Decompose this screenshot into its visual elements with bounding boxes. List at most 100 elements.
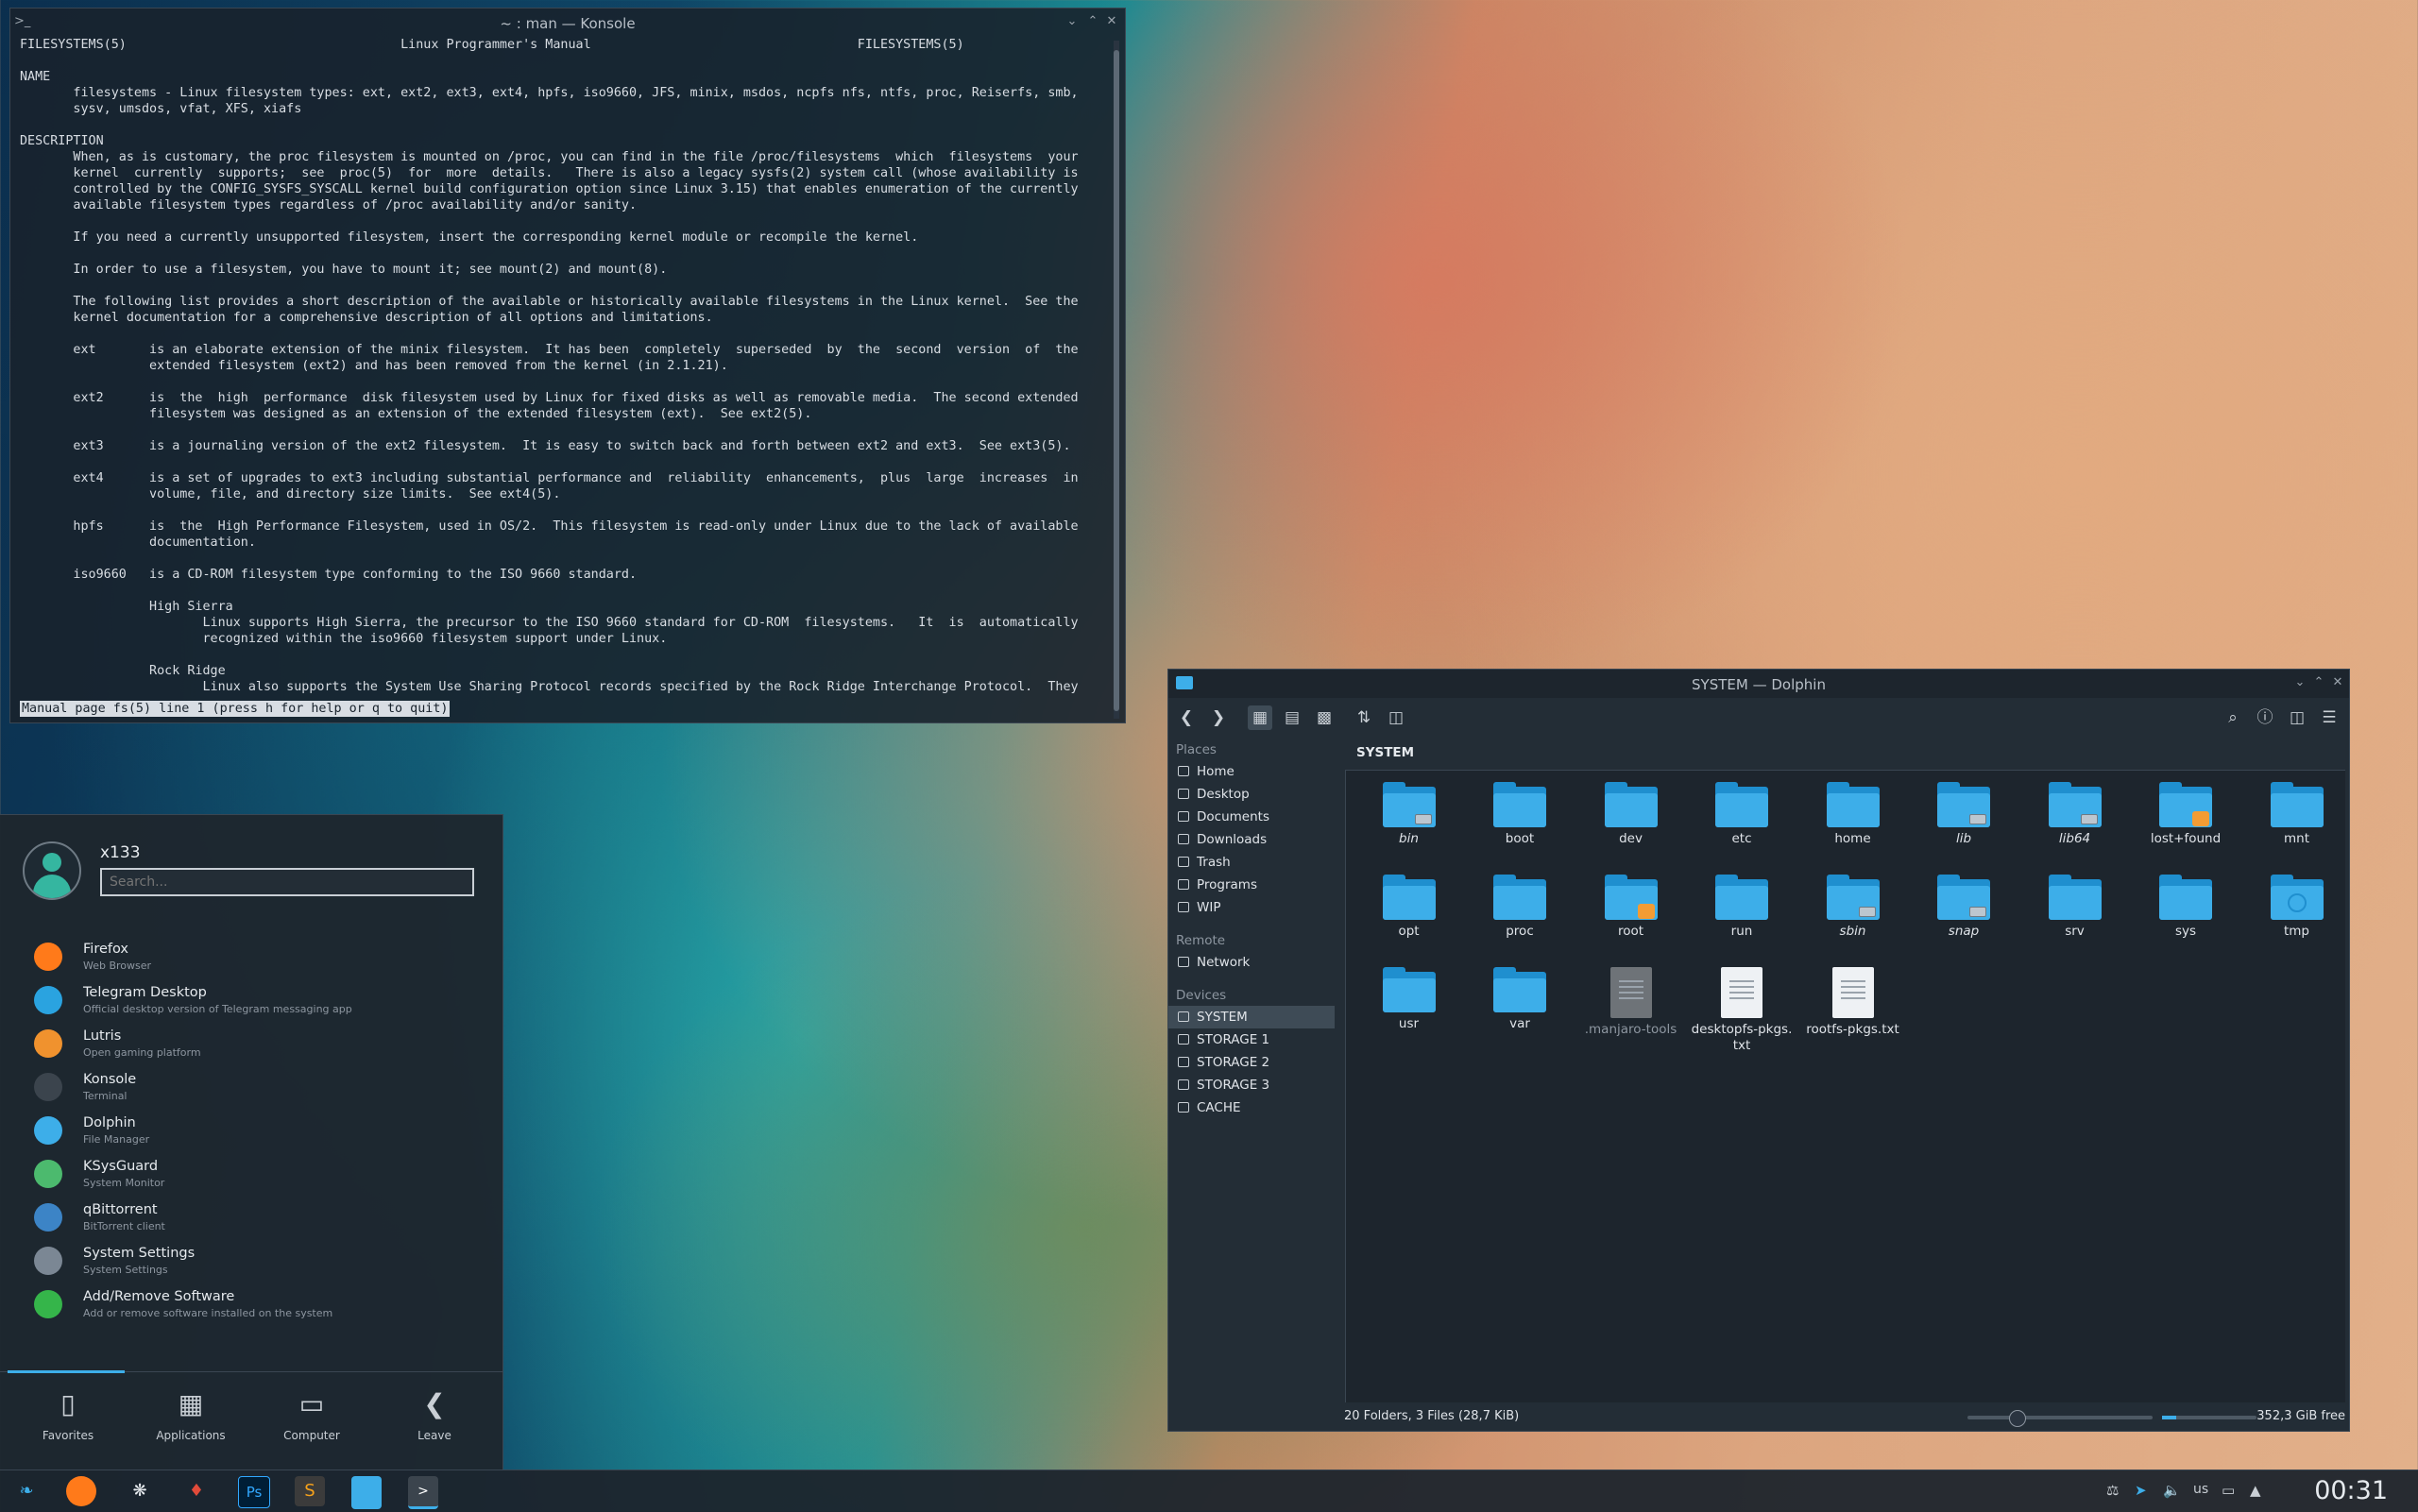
places-item[interactable]: CACHE [1168,1096,1335,1119]
places-item[interactable]: Programs [1168,874,1335,896]
places-item[interactable]: Trash [1168,851,1335,874]
file-item[interactable]: run [1687,875,1797,965]
hamburger-menu-icon[interactable]: ☰ [2317,705,2341,730]
terminal-output[interactable]: FILESYSTEMS(5) Linux Programmer's Manual… [20,37,1102,709]
places-item[interactable]: STORAGE 3 [1168,1074,1335,1096]
user-avatar[interactable] [23,841,81,900]
file-item[interactable]: var [1465,967,1575,1058]
konsole-titlebar[interactable]: >_ ~ : man — Konsole ⌄ ⌃ ✕ [10,8,1125,37]
file-item[interactable]: snap [1909,875,2019,965]
folder-summary: 20 Folders, 3 Files (28,7 KiB) [1344,1409,1520,1423]
display-icon[interactable]: ▭ [2222,1482,2235,1499]
info-icon[interactable]: ⓘ [2253,705,2277,730]
breadcrumb[interactable]: SYSTEM [1356,745,1414,760]
tray-expand-icon[interactable]: ▲ [2250,1482,2261,1499]
minimize-icon[interactable]: ⌄ [1064,14,1080,29]
file-item[interactable]: home [1797,782,1908,873]
file-item[interactable]: opt [1354,875,1464,965]
file-item[interactable]: dev [1575,782,1686,873]
notifications-icon[interactable]: ⚖ [2106,1482,2119,1499]
file-item[interactable]: lib [1909,782,2019,873]
launcher-icon[interactable]: ❧ [11,1476,42,1506]
file-item[interactable]: usr [1354,967,1464,1058]
app-item[interactable]: Add/Remove Software Add or remove softwar… [0,1283,502,1327]
file-item[interactable]: boot [1465,782,1575,873]
places-item[interactable]: STORAGE 1 [1168,1028,1335,1051]
app-item[interactable]: Lutris Open gaming platform [0,1023,502,1066]
minimize-icon[interactable]: ⌄ [2292,675,2307,690]
places-item[interactable]: Downloads [1168,828,1335,851]
keyboard-layout[interactable]: us [2193,1482,2208,1497]
file-item[interactable]: tmp [2241,875,2352,965]
back-icon[interactable]: ❮ [1174,705,1199,730]
file-item[interactable]: desktopfs-pkgs. txt [1687,967,1797,1058]
place-icon [1178,1102,1189,1113]
maximize-icon[interactable]: ⌃ [1085,14,1100,29]
file-item[interactable]: root [1575,875,1686,965]
places-item[interactable]: STORAGE 2 [1168,1051,1335,1074]
dolphin-task-icon[interactable] [351,1476,382,1509]
app-item[interactable]: Dolphin File Manager [0,1110,502,1153]
tab-applications[interactable]: ▦ Applications [130,1385,251,1461]
app-item[interactable]: KSysGuard System Monitor [0,1153,502,1197]
konsole-window[interactable]: >_ ~ : man — Konsole ⌄ ⌃ ✕ FILESYSTEMS(5… [9,8,1126,723]
file-item[interactable]: .manjaro-tools [1575,967,1686,1058]
close-icon[interactable]: ✕ [2330,675,2345,690]
places-item[interactable]: WIP [1168,896,1335,919]
dolphin-titlebar[interactable]: SYSTEM — Dolphin ⌄ ⌃ ✕ [1168,670,2349,698]
places-item[interactable]: SYSTEM [1168,1006,1335,1028]
lutris-icon[interactable]: ❋ [125,1476,155,1506]
app-item[interactable]: qBittorrent BitTorrent client [0,1197,502,1240]
game-icon[interactable]: ♦ [181,1476,212,1506]
dolphin-window[interactable]: SYSTEM — Dolphin ⌄ ⌃ ✕ ❮ ❯ ▦ ▤ ▩ ⇅ ◫ ⌕ ⓘ… [1167,669,2350,1432]
search-icon[interactable]: ⌕ [2221,705,2245,730]
app-item[interactable]: Telegram Desktop Official desktop version… [0,979,502,1023]
active-tab-indicator [8,1370,125,1373]
places-item[interactable]: Network [1168,951,1335,974]
app-description: Add or remove software installed on the … [83,1307,333,1319]
places-item[interactable]: Home [1168,760,1335,783]
panels-icon[interactable]: ◫ [2285,705,2309,730]
firefox-icon[interactable] [66,1476,96,1506]
clock[interactable]: 00:31 [2314,1476,2388,1505]
tab-computer[interactable]: ▭ Computer [251,1385,372,1461]
split-icon[interactable]: ◫ [1384,705,1408,730]
volume-icon[interactable]: 🔈 [2163,1482,2181,1499]
places-item[interactable]: Desktop [1168,783,1335,806]
telegram-tray-icon[interactable]: ➤ [2135,1482,2147,1499]
file-item[interactable]: etc [1687,782,1797,873]
compact-view-icon[interactable]: ▤ [1280,705,1304,730]
clock-emblem-icon [2287,893,2307,912]
icons-view-icon[interactable]: ▦ [1248,705,1272,730]
tab-favorites[interactable]: ▯ Favorites [8,1385,128,1461]
file-item[interactable]: lost+found [2131,782,2241,873]
konsole-task-icon[interactable]: > [408,1476,438,1509]
sort-icon[interactable]: ⇅ [1352,705,1376,730]
sublime-icon[interactable]: S [295,1476,325,1506]
file-item[interactable]: bin [1354,782,1464,873]
zoom-slider[interactable] [1967,1410,2153,1427]
terminal-line: If you need a currently unsupported file… [20,230,919,245]
places-item[interactable]: Documents [1168,806,1335,828]
file-item[interactable]: srv [2019,875,2130,965]
application-launcher[interactable]: x133 Firefox Web Browser Telegram Desktop O… [0,814,503,1470]
forward-icon[interactable]: ❯ [1206,705,1231,730]
zoom-slider-handle[interactable] [2009,1410,2026,1427]
file-pane[interactable]: bin boot dev etc home lib lib64 lost+found mnt op… [1345,770,2345,1402]
photoshop-icon[interactable]: Ps [238,1476,270,1508]
close-icon[interactable]: ✕ [1104,14,1119,29]
file-item[interactable]: lib64 [2019,782,2130,873]
search-input[interactable] [100,868,474,896]
file-item[interactable]: mnt [2241,782,2352,873]
app-item[interactable]: Konsole Terminal [0,1066,502,1110]
maximize-icon[interactable]: ⌃ [2311,675,2326,690]
app-item[interactable]: System Settings System Settings [0,1240,502,1283]
tab-leave[interactable]: ❮ Leave [374,1385,495,1461]
file-item[interactable]: proc [1465,875,1575,965]
file-item[interactable]: sys [2131,875,2241,965]
details-view-icon[interactable]: ▩ [1312,705,1337,730]
file-item[interactable]: rootfs-pkgs.txt [1797,967,1908,1058]
terminal-scrollbar[interactable] [1114,41,1119,719]
file-item[interactable]: sbin [1797,875,1908,965]
app-item[interactable]: Firefox Web Browser [0,936,502,979]
